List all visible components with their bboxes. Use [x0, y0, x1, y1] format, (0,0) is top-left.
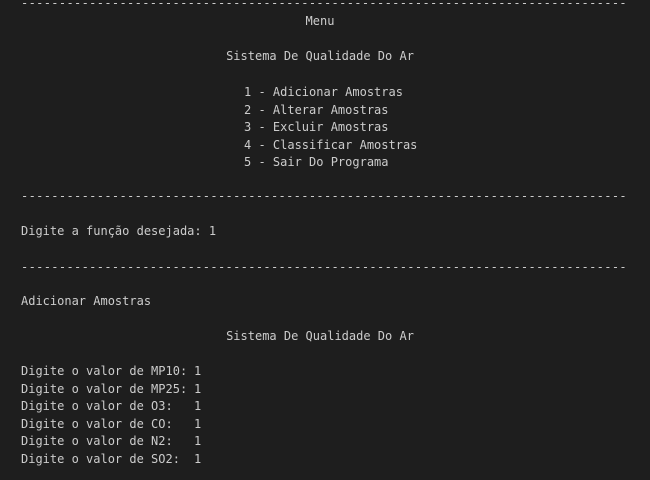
separator-line-top: ----------------------------------------…	[21, 0, 626, 10]
menu-option-edit: 2 - Alterar Amostras	[244, 102, 389, 117]
menu-title: Menu	[305, 14, 335, 28]
function-prompt: Digite a função desejada: 1	[21, 223, 216, 240]
reading-n2: Digite o valor de N2: 1	[21, 433, 201, 451]
reading-label: Digite o valor de CO:	[21, 416, 173, 431]
separator-line-2: ----------------------------------------…	[21, 260, 626, 274]
reading-value: 1	[194, 434, 202, 448]
reading-value: 1	[194, 399, 202, 413]
reading-value: 1	[194, 364, 202, 378]
reading-label: Digite o valor de O3:	[21, 399, 173, 413]
menu-options: 1 - Adicionar Amostras 2 - Alterar Amost…	[244, 84, 417, 172]
reading-so2: Digite o valor de SO2: 1	[21, 451, 201, 469]
system-name-header: Sistema De Qualidade Do Ar	[226, 49, 414, 63]
menu-option-classify: 4 - Classificar Amostras	[244, 137, 418, 152]
separator-line-1: ----------------------------------------…	[21, 189, 626, 203]
reading-mp25: Digite o valor de MP25: 1	[21, 381, 201, 399]
section-system-name: Sistema De Qualidade Do Ar	[226, 329, 414, 343]
menu-option-delete: 3 - Excluir Amostras	[244, 120, 389, 134]
reading-co: Digite o valor de CO: 1	[21, 416, 201, 434]
reading-value: 1	[194, 381, 202, 396]
sample-readings: Digite o valor de MP10: 1 Digite o valor …	[21, 363, 201, 468]
reading-value: 1	[194, 451, 202, 466]
terminal-output[interactable]: ----------------------------------------…	[0, 0, 650, 480]
reading-label: Digite o valor de MP10:	[21, 364, 188, 378]
reading-label: Digite o valor de SO2:	[21, 451, 180, 466]
menu-option-exit: 5 - Sair Do Programa	[244, 155, 389, 169]
section-title: Adicionar Amostras	[21, 294, 152, 308]
reading-label: Digite o valor de MP25:	[21, 381, 188, 396]
reading-o3: Digite o valor de O3: 1	[21, 398, 201, 416]
reading-mp10: Digite o valor de MP10: 1	[21, 363, 201, 381]
function-prompt-value: 1	[208, 224, 217, 238]
reading-value: 1	[194, 416, 202, 431]
menu-option-add: 1 - Adicionar Amostras	[244, 85, 403, 99]
reading-label: Digite o valor de N2:	[21, 434, 173, 448]
function-prompt-label: Digite a função desejada:	[21, 224, 202, 238]
